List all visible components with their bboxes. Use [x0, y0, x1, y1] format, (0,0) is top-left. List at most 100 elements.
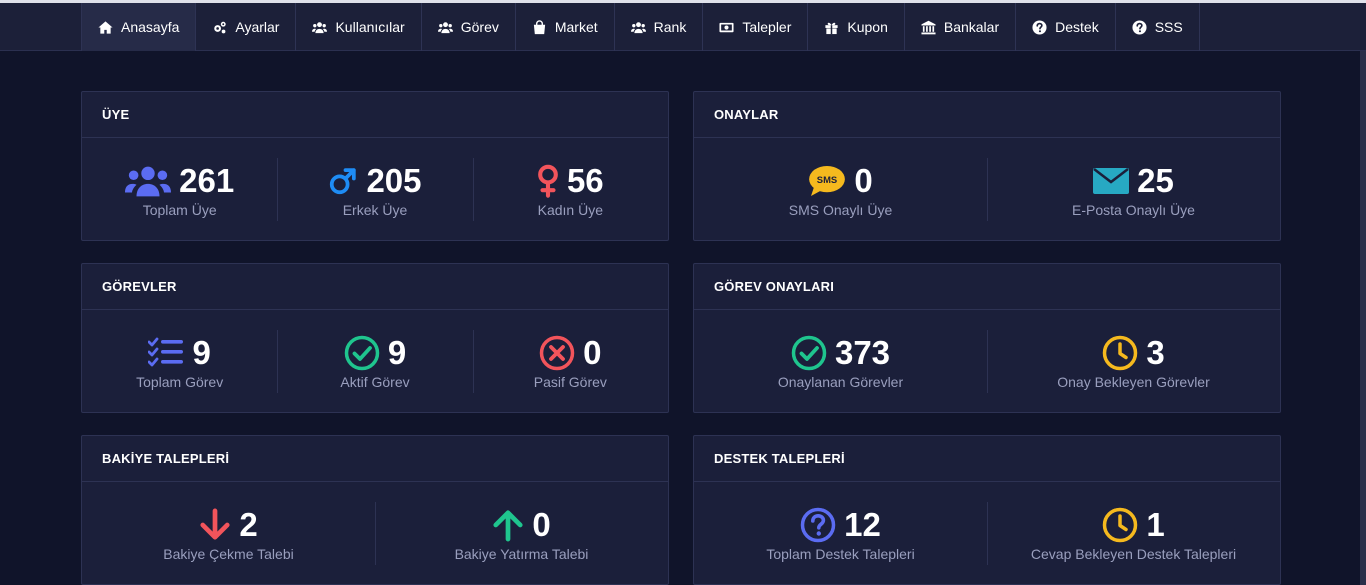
nav-label: Ayarlar: [235, 19, 280, 35]
nav-item-bankalar[interactable]: Bankalar: [905, 3, 1017, 51]
nav-label: Kupon: [847, 19, 888, 35]
card-destek-talepleri: DESTEK TALEPLERİ 12 Toplam Destek Talepl…: [693, 435, 1281, 585]
stat-toplam-destek: 12 Toplam Destek Talepleri: [694, 482, 987, 585]
nav-label: Talepler: [742, 19, 792, 35]
stat-sms-onayli: SMS 0 SMS Onaylı Üye: [694, 138, 987, 241]
users-icon: [630, 21, 646, 33]
card-gorevler: GÖREVLER 9 Toplam Görev 9 Aktif Görev 0 …: [81, 263, 669, 413]
stat-label: Bakiye Yatırma Talebi: [454, 545, 589, 562]
stat-onay-bekleyen-gorevler: 3 Onay Bekleyen Görevler: [987, 310, 1280, 413]
card-uye: ÜYE 261 Toplam Üye 205 Erkek Üye 56 Kadı…: [81, 91, 669, 241]
nav-label: Kullanıcılar: [335, 19, 405, 35]
venus-icon: [538, 164, 558, 198]
scrollbar[interactable]: [1360, 51, 1366, 585]
stat-cevap-bekleyen-destek: 1 Cevap Bekleyen Destek Talepleri: [987, 482, 1280, 585]
nav-item-gorev[interactable]: Görev: [422, 3, 516, 51]
stat-aktif-gorev: 9 Aktif Görev: [277, 310, 472, 413]
stat-label: Aktif Görev: [340, 373, 410, 390]
check-circle-icon: [344, 335, 380, 370]
stat-label: Cevap Bekleyen Destek Talepleri: [1030, 545, 1237, 562]
money-bill-icon: [719, 22, 734, 32]
stat-value: 261: [179, 161, 235, 199]
stat-value: 9: [192, 333, 211, 371]
stat-value: 0: [532, 505, 551, 543]
stat-value: 373: [834, 333, 891, 371]
card-title: BAKİYE TALEPLERİ: [82, 436, 668, 482]
card-bakiye-talepleri: BAKİYE TALEPLERİ 2 Bakiye Çekme Talebi 0…: [81, 435, 669, 585]
envelope-icon: [1093, 167, 1130, 194]
stat-eposta-onayli: 25 E-Posta Onaylı Üye: [987, 138, 1280, 241]
stat-label: Toplam Üye: [142, 201, 217, 218]
nav-item-destek[interactable]: Destek: [1016, 3, 1116, 51]
stat-toplam-gorev: 9 Toplam Görev: [82, 310, 277, 413]
stat-value: 9: [387, 333, 407, 371]
stat-value: 1: [1146, 505, 1165, 543]
mars-icon: [330, 167, 357, 194]
stat-value: 205: [366, 161, 422, 199]
question-circle-icon: [800, 507, 836, 542]
nav-label: Anasayfa: [121, 19, 180, 35]
stat-value: 2: [239, 505, 258, 543]
nav-label: Market: [554, 19, 598, 35]
card-title: GÖREV ONAYLARI: [694, 264, 1280, 310]
question-circle-icon: [1032, 19, 1047, 35]
stat-erkek-uye: 205 Erkek Üye: [277, 138, 472, 241]
card-title: ONAYLAR: [694, 92, 1280, 138]
stat-onaylanan-gorevler: 373 Onaylanan Görevler: [694, 310, 987, 413]
users-icon: [312, 21, 328, 33]
nav-label: Görev: [460, 19, 499, 35]
check-circle-icon: [791, 335, 827, 370]
nav-item-talepler[interactable]: Talepler: [703, 3, 809, 51]
card-onaylar: ONAYLAR SMS 0 SMS Onaylı Üye 25 E-Posta …: [693, 91, 1281, 241]
nav-label: Rank: [653, 19, 687, 35]
main-nav: Anasayfa Ayarlar Kullanıcılar Görev Mark…: [81, 3, 1200, 51]
nav-label: Bankalar: [943, 19, 1000, 35]
clock-icon: [1103, 335, 1138, 370]
stat-pasif-gorev: 0 Pasif Görev: [472, 310, 668, 413]
stat-label: Kadın Üye: [537, 201, 603, 218]
nav-item-sss[interactable]: SSS: [1116, 3, 1200, 51]
stat-label: Onay Bekleyen Görevler: [1057, 373, 1210, 390]
bank-icon: [921, 20, 936, 34]
stat-label: Toplam Destek Talepleri: [766, 545, 915, 562]
users-icon: [437, 21, 453, 33]
home-icon: [98, 20, 113, 34]
nav-item-kupon[interactable]: Kupon: [808, 3, 905, 51]
stat-value: 0: [854, 161, 873, 199]
tasks-icon: [148, 337, 184, 366]
nav-item-anasayfa[interactable]: Anasayfa: [82, 3, 197, 51]
card-title: DESTEK TALEPLERİ: [694, 436, 1280, 482]
sms-icon: SMS: [809, 165, 846, 196]
shopping-bag-icon: [533, 19, 545, 34]
nav-item-kullanicilar[interactable]: Kullanıcılar: [296, 3, 422, 51]
nav-item-ayarlar[interactable]: Ayarlar: [196, 3, 297, 51]
card-title: ÜYE: [82, 92, 668, 138]
stat-value: 3: [1146, 333, 1165, 371]
sms-icon-text: SMS: [817, 173, 837, 184]
stat-toplam-uye: 261 Toplam Üye: [82, 138, 277, 241]
stat-value: 56: [566, 161, 604, 199]
gift-icon: [825, 22, 838, 34]
users-icon: [125, 166, 172, 196]
stat-label: SMS Onaylı Üye: [788, 201, 893, 218]
nav-label: Destek: [1055, 19, 1099, 35]
arrow-down-icon: [200, 508, 230, 540]
nav-item-rank[interactable]: Rank: [615, 3, 704, 51]
arrow-up-icon: [493, 509, 523, 541]
question-circle-icon: [1132, 19, 1147, 35]
stat-bakiye-cekme: 2 Bakiye Çekme Talebi: [82, 482, 375, 585]
stat-label: Erkek Üye: [342, 201, 408, 218]
stat-value: 25: [1137, 161, 1174, 199]
nav-label: SSS: [1154, 19, 1183, 35]
nav-item-market[interactable]: Market: [516, 3, 615, 51]
stat-kadin-uye: 56 Kadın Üye: [472, 138, 668, 241]
stat-label: E-Posta Onaylı Üye: [1072, 201, 1195, 218]
stat-label: Pasif Görev: [533, 373, 607, 390]
card-title: GÖREVLER: [82, 264, 668, 310]
top-navbar: Anasayfa Ayarlar Kullanıcılar Görev Mark…: [0, 0, 1366, 51]
stat-value: 0: [583, 333, 602, 371]
times-circle-icon: [539, 335, 575, 370]
stat-label: Toplam Görev: [136, 373, 224, 390]
stat-label: Onaylanan Görevler: [777, 373, 904, 390]
stat-bakiye-yatirma: 0 Bakiye Yatırma Talebi: [375, 482, 668, 585]
